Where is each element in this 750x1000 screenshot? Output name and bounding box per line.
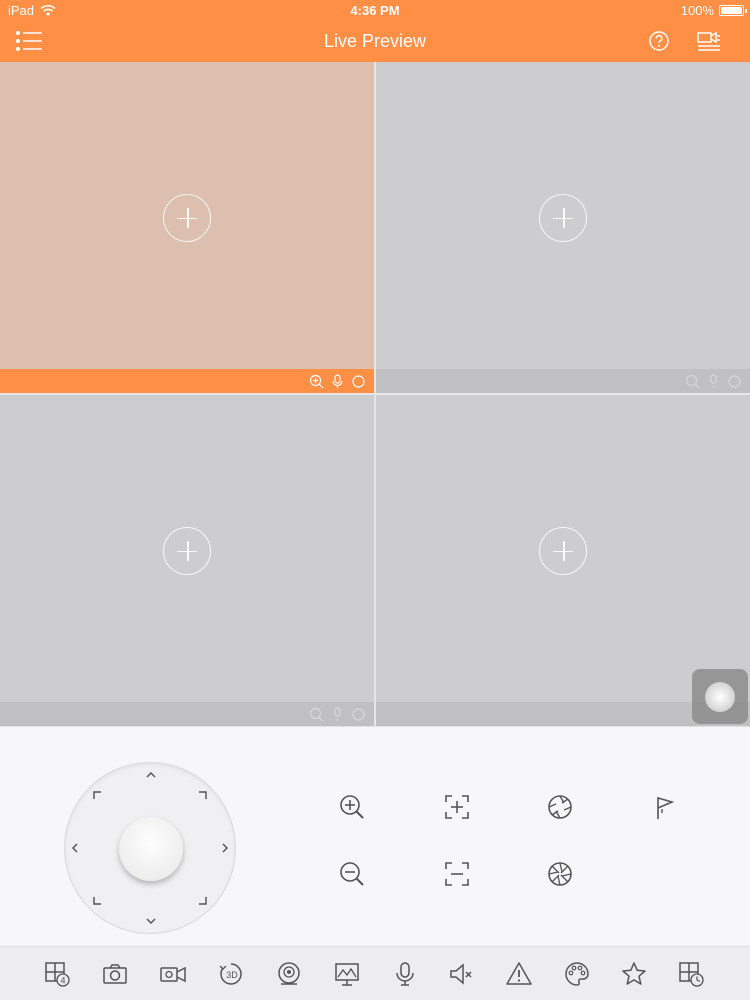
playback-button[interactable] (676, 959, 706, 989)
image-adjust-button[interactable] (332, 959, 362, 989)
add-device-button[interactable] (539, 193, 587, 242)
preview-window-3[interactable] (0, 395, 374, 726)
window-toolbar (0, 702, 374, 726)
zoom-in-icon[interactable] (309, 374, 324, 389)
record-circle-icon[interactable] (351, 707, 366, 722)
microphone-icon[interactable] (330, 374, 345, 389)
clock: 4:36 PM (350, 3, 400, 18)
fisheye-button[interactable] (274, 959, 304, 989)
color-palette-icon (565, 962, 589, 986)
device-list-button[interactable] (694, 28, 724, 54)
live-preview-grid (0, 62, 750, 726)
zoom-out-icon (340, 862, 364, 886)
arrow-up-right-icon[interactable] (197, 789, 209, 801)
help-button[interactable] (644, 28, 674, 54)
record-circle-icon[interactable] (727, 374, 742, 389)
split-screen-icon: 4 (45, 962, 70, 987)
favorite-button[interactable] (619, 959, 649, 989)
navigation-bar: iPad 4:36 PM 100% Live Preview (0, 0, 750, 62)
layout-count: 4 (60, 976, 65, 986)
page-title: Live Preview (323, 31, 427, 51)
record-icon (160, 966, 186, 983)
device-list-icon (697, 31, 720, 51)
preview-window-1[interactable] (0, 62, 374, 393)
assistive-touch-button[interactable] (692, 669, 748, 724)
snapshot-icon (103, 964, 127, 984)
add-device-button[interactable] (163, 526, 211, 575)
ptz-joystick[interactable] (64, 762, 236, 934)
arrow-right-icon[interactable] (219, 842, 231, 854)
microphone-icon (396, 962, 414, 986)
focus-far-icon (445, 862, 469, 886)
fisheye-icon (278, 962, 300, 985)
arrow-down-left-icon[interactable] (91, 895, 103, 907)
zoom-in-icon (340, 795, 364, 819)
focus-near-icon (445, 795, 469, 819)
arrow-down-right-icon[interactable] (197, 895, 209, 907)
audio-button[interactable] (446, 959, 476, 989)
3d-label: 3D (226, 970, 238, 980)
zoom-out-button[interactable] (336, 858, 368, 890)
snapshot-button[interactable] (100, 959, 130, 989)
zoom-in-icon[interactable] (685, 374, 700, 389)
3d-positioning-icon: 3D (219, 963, 242, 985)
talk-button[interactable] (390, 959, 420, 989)
ptz-control-panel (0, 726, 750, 946)
arrow-up-left-icon[interactable] (91, 789, 103, 801)
split-screen-button[interactable]: 4 (42, 959, 72, 989)
iris-open-icon (548, 795, 572, 819)
window-toolbar (0, 369, 374, 393)
joystick-knob[interactable] (119, 817, 183, 881)
arrow-down-icon[interactable] (145, 915, 157, 927)
color-settings-button[interactable] (562, 959, 592, 989)
image-adjust-icon (335, 963, 359, 986)
3d-positioning-button[interactable]: 3D (216, 959, 246, 989)
help-icon (649, 31, 669, 51)
battery-icon (719, 5, 747, 16)
microphone-icon[interactable] (706, 374, 721, 389)
zoom-in-icon[interactable] (309, 707, 324, 722)
playback-icon (679, 962, 704, 987)
preview-window-2[interactable] (376, 62, 750, 393)
bottom-toolbar: 4 3D (0, 946, 750, 1000)
zoom-in-button[interactable] (336, 791, 368, 823)
mute-icon (450, 963, 472, 985)
record-circle-icon[interactable] (351, 374, 366, 389)
add-device-button[interactable] (539, 526, 587, 575)
preset-flag-icon (657, 797, 675, 819)
alarm-button[interactable] (504, 959, 534, 989)
focus-far-button[interactable] (441, 858, 473, 890)
record-button[interactable] (158, 959, 188, 989)
iris-close-icon (548, 862, 572, 886)
arrow-left-icon[interactable] (69, 842, 81, 854)
preset-button[interactable] (648, 791, 680, 823)
arrow-up-icon[interactable] (145, 769, 157, 781)
battery-percent: 100% (680, 3, 714, 18)
alarm-icon (506, 962, 532, 985)
status-bar: iPad 4:36 PM 100% (0, 0, 750, 20)
iris-close-button[interactable] (544, 858, 576, 890)
focus-near-button[interactable] (441, 791, 473, 823)
window-toolbar (376, 369, 750, 393)
iris-open-button[interactable] (544, 791, 576, 823)
microphone-icon[interactable] (330, 707, 345, 722)
add-device-button[interactable] (163, 193, 211, 242)
favorite-star-icon (622, 962, 646, 985)
